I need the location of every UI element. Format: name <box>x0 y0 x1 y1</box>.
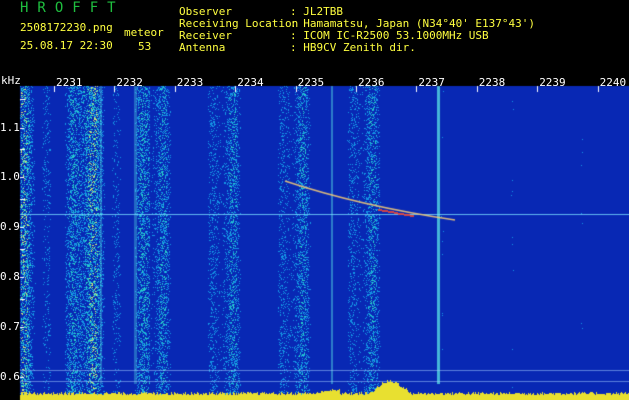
count-label: 53 <box>138 40 152 53</box>
x-tick-label: 2231 <box>56 76 83 89</box>
spectrogram-panel: kHz 1.1 1.0 0.9 0.8 0.7 0.6 2231 2232 2233 2234 223… <box>0 74 629 400</box>
datetime-label: 25.08.17 22:30 <box>20 39 113 52</box>
antenna-label: Antenna <box>179 41 226 54</box>
x-tick-label: 2234 <box>237 76 264 89</box>
x-tick-label: 2238 <box>478 76 506 89</box>
y-tick-label: 0.6 <box>0 370 20 383</box>
spectrogram-canvas <box>0 78 629 400</box>
category-label: meteor <box>124 26 164 39</box>
x-tick-label: 2240 <box>599 76 627 89</box>
y-tick-label: 0.7 <box>0 320 20 333</box>
y-unit-label: kHz <box>1 74 21 87</box>
x-tick-label: 2233 <box>176 76 204 89</box>
x-tick-label: 2232 <box>116 76 143 89</box>
y-tick-label: 1.1 <box>0 121 20 134</box>
y-tick-label: 0.8 <box>0 270 20 283</box>
x-tick-label: 2236 <box>358 76 385 89</box>
x-tick-label: 2239 <box>539 76 566 89</box>
header-panel: HROFFT 2508172230.png 25.08.17 22:30 met… <box>0 0 629 78</box>
y-tick-label: 0.9 <box>0 220 20 233</box>
filename-label: 2508172230.png <box>20 21 113 34</box>
y-tick-label: 1.0 <box>0 170 20 183</box>
x-tick-label: 2235 <box>297 76 325 89</box>
x-tick-label: 2237 <box>418 76 445 89</box>
hrofft-logo: HROFFT <box>20 0 125 16</box>
antenna-value: : HB9CV Zenith dir. <box>290 41 416 54</box>
